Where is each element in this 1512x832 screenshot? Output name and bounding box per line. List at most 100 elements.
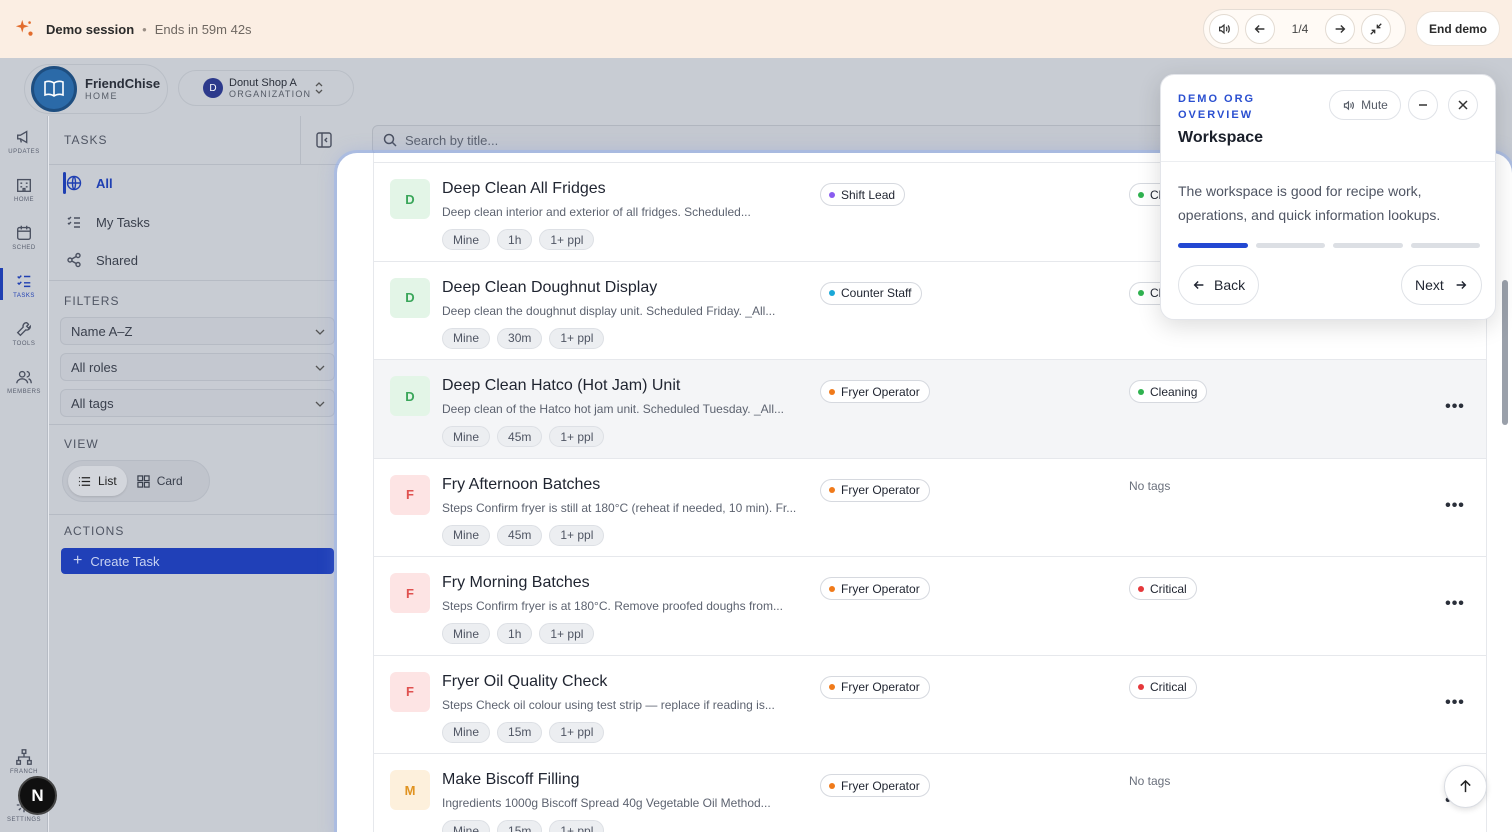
- search-input[interactable]: Search by title...: [372, 125, 1272, 155]
- search-icon: [383, 133, 397, 147]
- view-card-button[interactable]: Card: [127, 466, 193, 496]
- tour-eyebrow: DEMO ORG OVERVIEW: [1178, 93, 1256, 121]
- tasks-heading: TASKS: [64, 133, 108, 147]
- task-row[interactable]: F Fry Afternoon Batches Steps Confirm frye…: [373, 458, 1487, 557]
- organization-switcher[interactable]: D Donut Shop A ORGANIZATION: [178, 70, 354, 106]
- tour-next-button-popover[interactable]: Next: [1401, 265, 1482, 305]
- rail-label: HOME: [14, 197, 34, 203]
- rail-item-sched[interactable]: SCHED: [0, 224, 48, 251]
- close-popover-button[interactable]: [1448, 90, 1478, 120]
- task-description: Deep clean of the Hatco hot jam unit. Sc…: [442, 402, 784, 416]
- active-indicator: [63, 172, 66, 194]
- tasks-sidebar: TASKS All My Tasks Shared FILTERS Name A…: [49, 116, 347, 832]
- tour-back-button[interactable]: Back: [1178, 265, 1260, 305]
- role-label: Fryer Operator: [841, 778, 920, 793]
- minimize-tour-button[interactable]: [1361, 14, 1391, 44]
- role-label: Fryer Operator: [841, 581, 920, 596]
- roles-select[interactable]: All roles: [60, 353, 335, 381]
- minimize-popover-button[interactable]: [1408, 90, 1438, 120]
- speaker-icon: [1344, 100, 1355, 110]
- more-options-icon[interactable]: •••: [1443, 595, 1467, 615]
- role-pill: Counter Staff: [820, 281, 922, 305]
- tour-next-button[interactable]: [1325, 14, 1355, 44]
- rail-item-home[interactable]: HOME: [0, 176, 48, 203]
- tags-select[interactable]: All tags: [60, 389, 335, 417]
- view-list-button[interactable]: List: [68, 466, 127, 496]
- user-avatar[interactable]: N: [18, 776, 57, 815]
- role-dot: [829, 290, 835, 296]
- task-meta-chip: 45m: [497, 524, 543, 546]
- tag-dot: [1138, 684, 1144, 690]
- task-title[interactable]: Deep Clean Doughnut Display: [442, 279, 657, 297]
- arrow-up-icon: [1460, 779, 1471, 793]
- rail-item-updates[interactable]: UPDATES: [0, 128, 48, 155]
- task-title[interactable]: Fryer Oil Quality Check: [442, 673, 607, 691]
- no-tags-label: No tags: [1129, 478, 1171, 493]
- task-title[interactable]: Deep Clean Hatco (Hot Jam) Unit: [442, 377, 680, 395]
- rail-label: TASKS: [13, 293, 35, 299]
- org-avatar: D: [203, 78, 223, 98]
- task-title[interactable]: Fry Morning Batches: [442, 574, 590, 592]
- mute-label: Mute: [1361, 98, 1388, 112]
- rail-item-tasks[interactable]: TASKS: [0, 272, 48, 299]
- filters-heading: FILTERS: [64, 294, 120, 308]
- task-title[interactable]: Fry Afternoon Batches: [442, 476, 600, 494]
- tour-prev-button[interactable]: [1245, 14, 1275, 44]
- sort-select[interactable]: Name A–Z: [60, 317, 335, 345]
- sidebar-item-label: Shared: [96, 252, 138, 268]
- role-pill: Fryer Operator: [820, 577, 930, 600]
- org-sub: ORGANIZATION: [229, 88, 312, 99]
- rail-item-tools[interactable]: TOOLS: [0, 320, 48, 347]
- task-row[interactable]: M Make Biscoff Filling Ingredients 1000g B…: [373, 754, 1487, 832]
- mute-button[interactable]: Mute: [1329, 90, 1401, 120]
- tour-title: Workspace: [1178, 129, 1264, 146]
- task-description: Steps Confirm fryer is at 180°C. Remove …: [442, 599, 783, 613]
- scroll-to-top-button[interactable]: [1444, 765, 1487, 808]
- icon-rail: UPDATES HOME SCHED TASKS TOOLS MEMBERS F…: [0, 116, 48, 832]
- progress-segment: [1410, 243, 1480, 248]
- task-meta-chip: 1+ ppl: [549, 721, 605, 743]
- more-options-icon[interactable]: •••: [1443, 497, 1467, 517]
- task-row[interactable]: F Fryer Oil Quality Check Steps Check oil …: [373, 655, 1487, 754]
- tour-popover: DEMO ORG OVERVIEW Workspace Mute The wor…: [1160, 74, 1497, 320]
- sidebar-item-my-tasks[interactable]: My Tasks: [66, 207, 150, 237]
- task-initial-tile: D: [390, 179, 430, 219]
- more-options-icon[interactable]: •••: [1443, 398, 1467, 418]
- task-meta-chip: Mine: [442, 721, 491, 743]
- role-label: Fryer Operator: [841, 680, 920, 694]
- sidebar-item-label: My Tasks: [96, 214, 150, 230]
- rail-label: TOOLS: [12, 341, 36, 347]
- arrow-left-icon: [1254, 25, 1265, 33]
- page-scrollbar[interactable]: [1502, 280, 1508, 425]
- tag-label: Cleaning: [1150, 384, 1198, 399]
- next-label: Next: [1415, 277, 1444, 293]
- list-icon: [78, 476, 91, 486]
- task-row[interactable]: F Fry Morning Batches Steps Confirm fryer …: [373, 557, 1487, 656]
- collapse-arrows-icon: [1370, 23, 1382, 35]
- task-meta-chip: Mine: [442, 426, 491, 447]
- more-options-icon[interactable]: •••: [1443, 694, 1467, 714]
- collapse-sidebar-button[interactable]: [300, 116, 347, 164]
- rail-item-members[interactable]: MEMBERS: [0, 368, 48, 395]
- task-initial-tile: D: [390, 277, 430, 318]
- create-task-button[interactable]: + Create Task: [61, 548, 334, 574]
- divider: [1161, 161, 1497, 162]
- tour-controls: 1/4: [1203, 9, 1406, 49]
- task-meta-chip: 1+ ppl: [539, 623, 595, 644]
- task-meta-chip: Mine: [442, 229, 491, 250]
- task-row[interactable]: D Deep Clean Hatco (Hot Jam) Unit Deep cle…: [373, 360, 1487, 459]
- search-placeholder: Search by title...: [405, 132, 499, 148]
- task-meta-chips: Mine 1h 1+ ppl: [442, 623, 595, 644]
- chevron-down-icon: [315, 365, 325, 371]
- task-title[interactable]: Make Biscoff Filling: [442, 771, 580, 789]
- task-meta-chip: 1h: [497, 623, 533, 644]
- task-meta-chip: Mine: [442, 524, 491, 546]
- end-demo-button[interactable]: End demo: [1416, 11, 1500, 46]
- sidebar-item-all[interactable]: All: [63, 168, 113, 198]
- rail-item-franch[interactable]: FRANCH: [0, 748, 48, 775]
- task-title[interactable]: Deep Clean All Fridges: [442, 180, 606, 198]
- sound-toggle-button[interactable]: [1209, 14, 1239, 44]
- brand-home-link[interactable]: FriendChise HOME: [24, 64, 168, 114]
- task-meta-chips: Mine 45m 1+ ppl: [442, 524, 605, 546]
- sidebar-item-shared[interactable]: Shared: [66, 245, 138, 275]
